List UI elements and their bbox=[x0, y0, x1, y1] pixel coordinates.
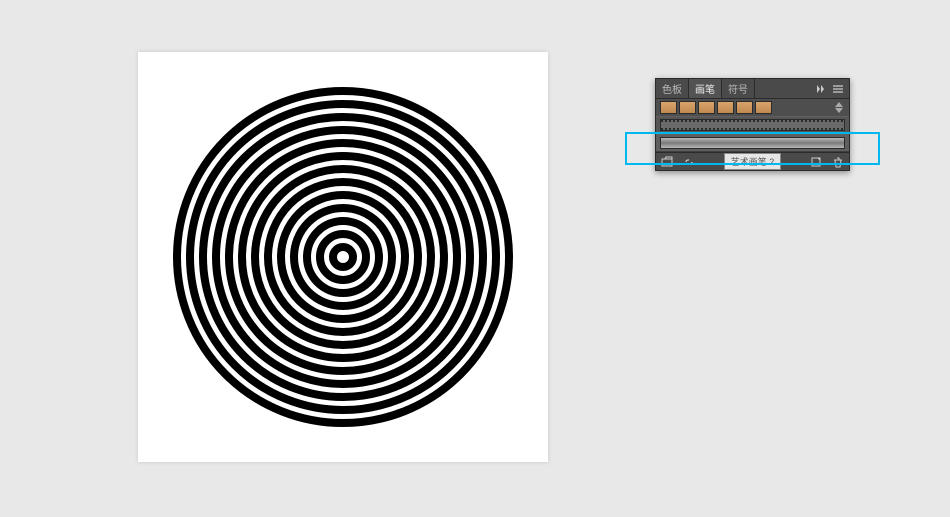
brush-presets bbox=[660, 101, 772, 114]
panel-header: 色板画笔符号 bbox=[656, 79, 849, 99]
tab-2[interactable]: 符号 bbox=[722, 79, 755, 98]
brush-stroke-preview bbox=[660, 137, 845, 149]
brush-row[interactable] bbox=[656, 116, 849, 134]
brushes-panel: 色板画笔符号 艺术画笔 bbox=[655, 78, 850, 171]
concentric-rings bbox=[163, 77, 523, 437]
link-icon[interactable] bbox=[682, 155, 696, 169]
tab-1[interactable]: 画笔 bbox=[689, 79, 722, 98]
panel-menu-icon[interactable] bbox=[833, 84, 843, 94]
brush-preset[interactable] bbox=[660, 101, 677, 114]
delete-icon[interactable] bbox=[831, 155, 845, 169]
brush-list bbox=[656, 116, 849, 152]
new-brush-icon[interactable] bbox=[809, 155, 823, 169]
forward-icon[interactable] bbox=[817, 84, 827, 94]
brush-presets-row bbox=[656, 99, 849, 116]
panel-header-controls bbox=[811, 79, 849, 98]
selected-brush-name: 艺术画笔 2 bbox=[724, 153, 782, 170]
panel-tabs: 色板画笔符号 bbox=[656, 79, 811, 98]
panel-footer: 艺术画笔 2 bbox=[656, 152, 849, 170]
brush-preset[interactable] bbox=[698, 101, 715, 114]
tab-0[interactable]: 色板 bbox=[656, 79, 689, 98]
scroll-up-icon[interactable] bbox=[835, 102, 843, 107]
preset-scroll bbox=[833, 102, 845, 113]
scroll-down-icon[interactable] bbox=[835, 108, 843, 113]
brush-row[interactable] bbox=[656, 134, 849, 152]
library-icon[interactable] bbox=[660, 155, 674, 169]
brush-preset[interactable] bbox=[755, 101, 772, 114]
brush-stroke-preview bbox=[660, 119, 845, 131]
brush-preset[interactable] bbox=[679, 101, 696, 114]
artboard bbox=[138, 52, 548, 462]
brush-preset[interactable] bbox=[736, 101, 753, 114]
brush-preset[interactable] bbox=[717, 101, 734, 114]
